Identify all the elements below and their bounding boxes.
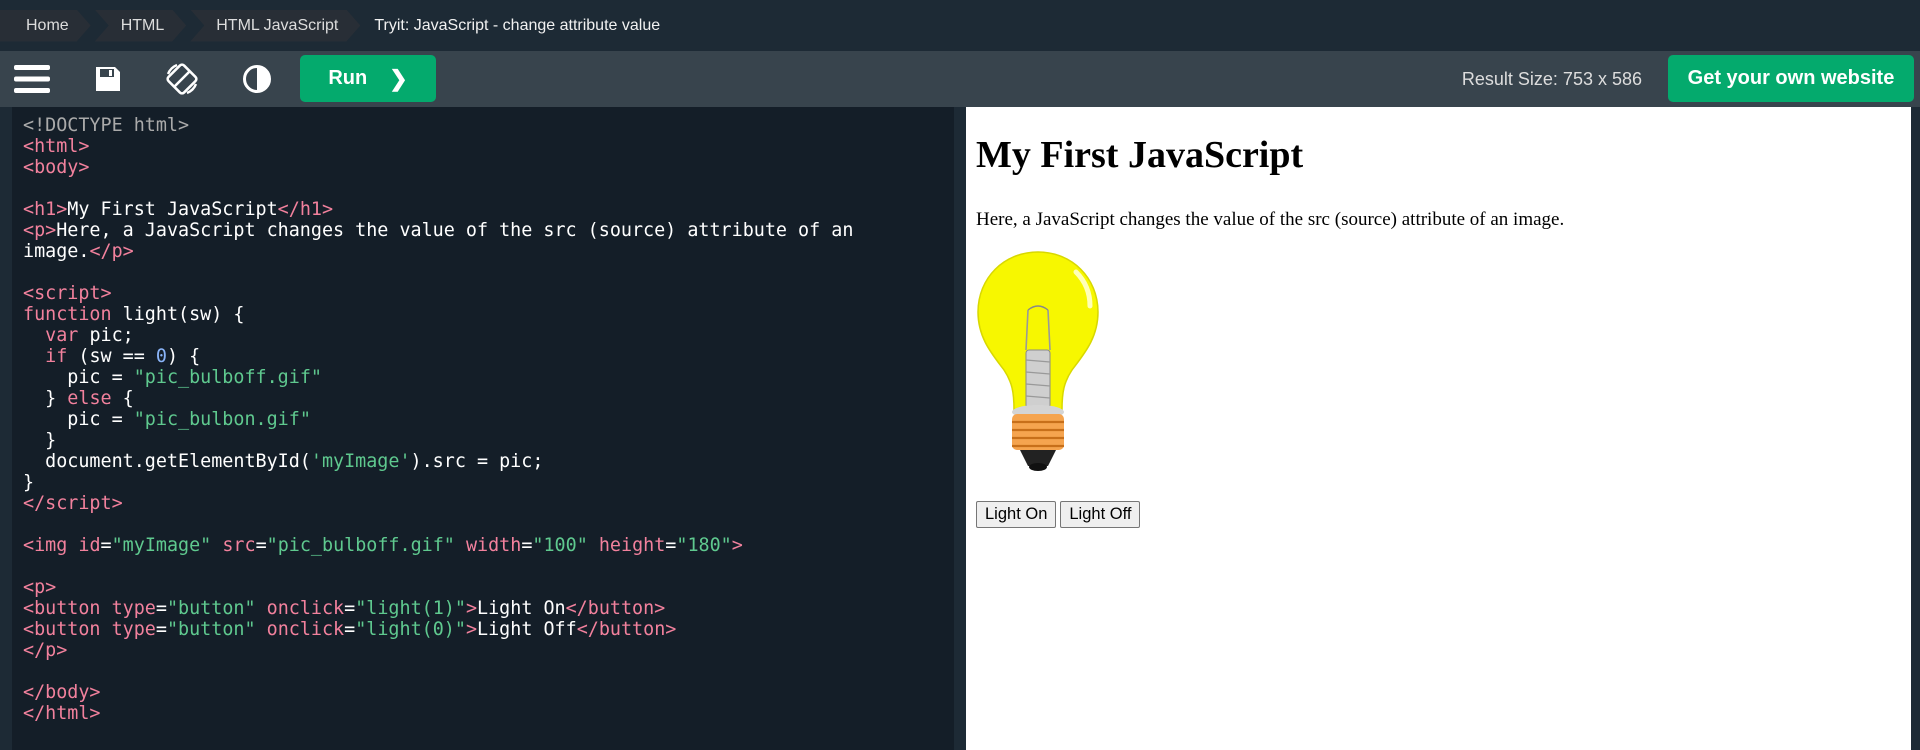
run-button[interactable]: Run ❯	[300, 55, 436, 102]
light-on-button[interactable]: Light On	[976, 501, 1057, 528]
lightbulb-image	[977, 251, 1099, 471]
breadcrumb-current: Tryit: JavaScript - change attribute val…	[374, 16, 661, 34]
chevron-right-icon: ❯	[389, 65, 408, 91]
breadcrumb: Home HTML HTML JavaScript Tryit: JavaScr…	[0, 0, 1920, 51]
contrast-icon[interactable]	[229, 51, 285, 107]
menu-icon[interactable]	[4, 51, 60, 107]
light-buttons: Light On Light Off	[976, 501, 1141, 528]
code-editor[interactable]: <!DOCTYPE html> <html> <body> <h1>My First …	[12, 107, 954, 750]
run-label: Run	[328, 67, 368, 89]
get-own-website-button[interactable]: Get your own website	[1668, 55, 1914, 102]
result-size: Result Size: 753 x 586	[1461, 69, 1642, 89]
code-text: <!DOCTYPE html> <html> <body> <h1>My First …	[23, 115, 854, 724]
breadcrumb-html[interactable]: HTML	[95, 10, 187, 42]
light-off-button[interactable]: Light Off	[1060, 501, 1141, 528]
result-paragraph: Here, a JavaScript changes the value of …	[976, 209, 1565, 230]
save-icon[interactable]	[80, 51, 136, 107]
breadcrumb-html-javascript[interactable]: HTML JavaScript	[190, 10, 360, 42]
pane-divider[interactable]	[954, 107, 966, 750]
rotate-icon[interactable]	[154, 51, 210, 107]
result-pane: My First JavaScript Here, a JavaScript c…	[966, 107, 1911, 750]
toolbar: Run ❯ Result Size: 753 x 586 Get your ow…	[0, 51, 1920, 107]
breadcrumb-home[interactable]: Home	[0, 10, 91, 42]
result-heading: My First JavaScript	[976, 134, 1304, 176]
